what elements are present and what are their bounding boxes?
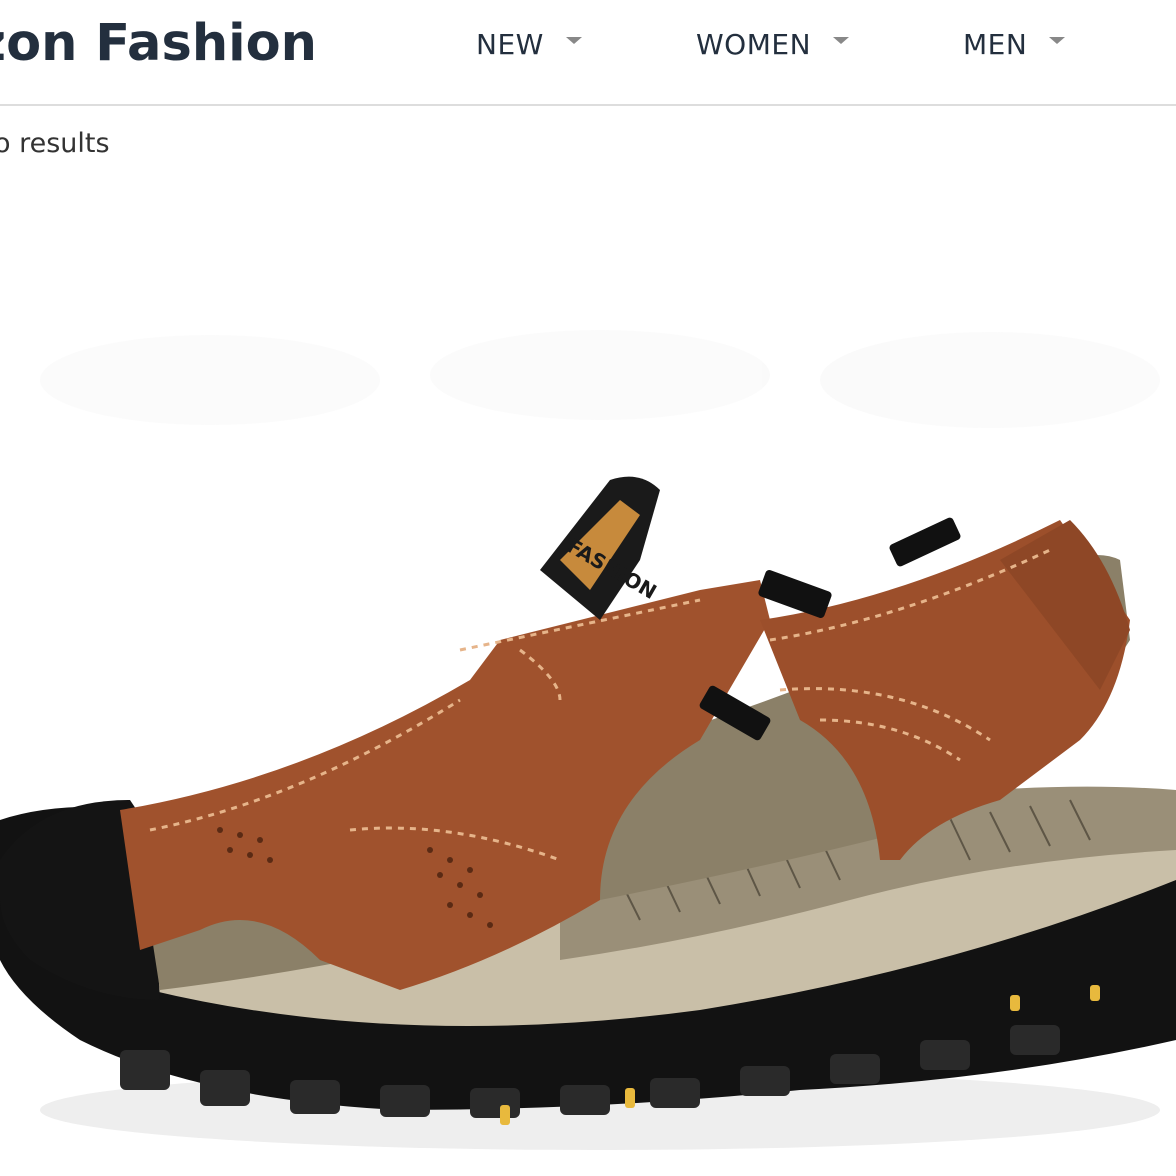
nav-item-label: WOMEN — [696, 28, 812, 61]
nav-item-new[interactable]: NEW — [476, 28, 582, 61]
chevron-down-icon — [565, 37, 582, 44]
header: azon Fashion NEW WOMEN MEN — [0, 0, 1176, 106]
product-image[interactable]: FASHION — [0, 220, 1176, 1176]
results-count: o results — [0, 128, 110, 159]
nav-item-men[interactable]: MEN — [963, 28, 1066, 61]
background-smudge — [40, 330, 1160, 428]
chevron-down-icon — [1049, 37, 1066, 44]
nav-item-women[interactable]: WOMEN — [696, 28, 850, 61]
nav-item-label: MEN — [963, 28, 1028, 61]
chevron-down-icon — [833, 37, 850, 44]
brand-tag: FASHION — [540, 476, 661, 620]
brand-logo[interactable]: azon Fashion — [0, 14, 317, 73]
nav-item-label: NEW — [476, 28, 544, 61]
page: azon Fashion NEW WOMEN MEN o results — [0, 0, 1176, 1176]
